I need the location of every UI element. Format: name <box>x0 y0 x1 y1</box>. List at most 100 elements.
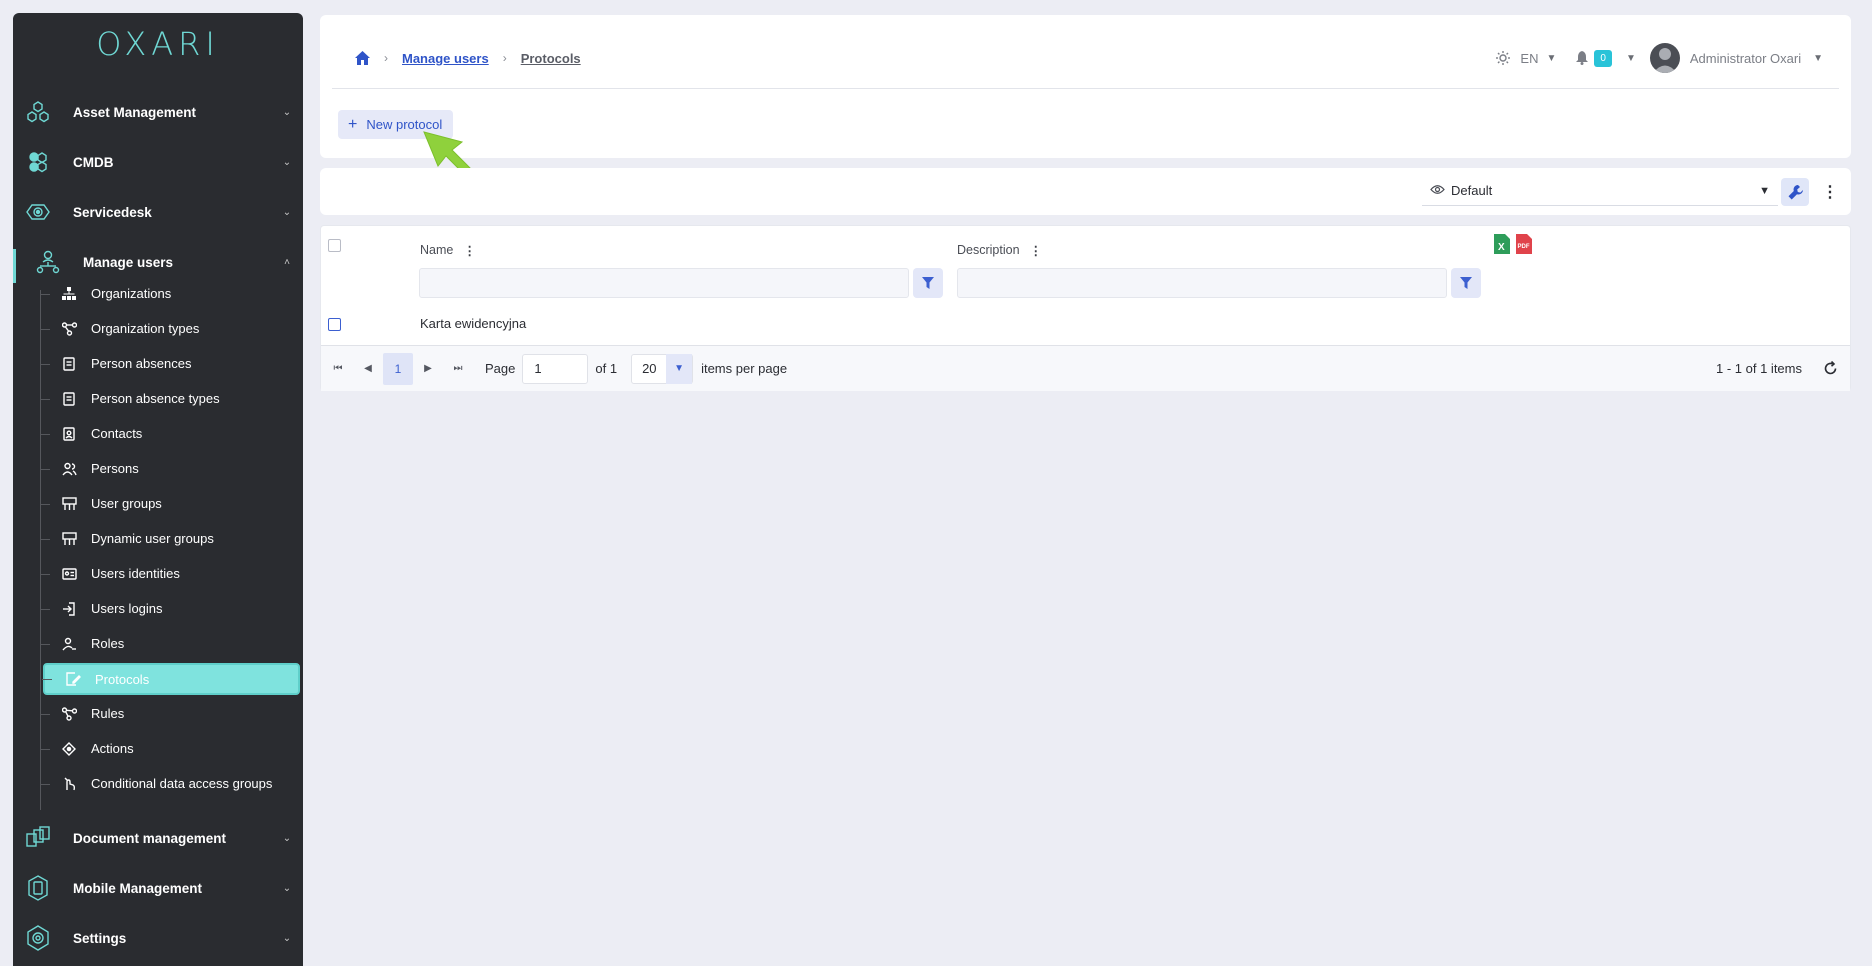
column-menu-icon[interactable]: ⋮ <box>463 243 476 258</box>
chevron-down-icon: ⌄ <box>282 106 292 118</box>
sidebar-item-label: Organization types <box>91 321 200 336</box>
logo[interactable]: OXARI <box>13 13 303 75</box>
sidebar: OXARI Asset Management ⌄ CMDB ⌄ Serviced… <box>13 13 303 966</box>
more-options-button[interactable]: ⋮ <box>1820 178 1840 206</box>
theme-toggle[interactable] <box>1496 51 1511 65</box>
sidebar-item-protocols[interactable]: Protocols <box>42 663 300 695</box>
chevron-right-icon: › <box>502 51 507 65</box>
table-row-name[interactable]: Karta ewidencyjna <box>420 316 526 331</box>
language-select[interactable]: EN ▼ <box>1520 51 1556 66</box>
column-header-description[interactable]: Description ⋮ <box>957 240 1042 260</box>
header-card: › Manage users › Protocols EN ▼ 0 ▼ Admi… <box>320 15 1851 158</box>
notifications[interactable]: 0 ▼ <box>1576 49 1636 67</box>
sidebar-item-actions[interactable]: Actions <box>40 733 301 764</box>
wrench-icon <box>1788 184 1803 199</box>
nav-label: Settings <box>73 930 127 946</box>
chevron-down-icon: ⌄ <box>282 882 292 894</box>
language-label: EN <box>1520 50 1539 66</box>
breadcrumb-protocols[interactable]: Protocols <box>521 51 581 66</box>
nodes-icon <box>61 321 77 337</box>
first-page-button[interactable]: ⏮ <box>323 354 353 384</box>
column-header-label: Name <box>420 243 454 257</box>
sidebar-item-label: Roles <box>91 636 125 651</box>
refresh-icon <box>1824 361 1836 375</box>
pager-info: 1 - 1 of 1 items <box>1716 361 1802 376</box>
sidebar-item-conditional-data-access-groups[interactable]: Conditional data access groups <box>40 768 301 799</box>
column-header-label: Description <box>957 243 1020 257</box>
items-per-page-label: items per page <box>701 361 788 376</box>
caret-down-icon: ▼ <box>1625 52 1636 64</box>
sidebar-item-users-logins[interactable]: Users logins <box>40 593 301 624</box>
sidebar-item-organizations[interactable]: Organizations <box>40 278 301 309</box>
sidebar-item-roles[interactable]: Roles <box>40 628 301 659</box>
home-icon[interactable] <box>354 50 370 66</box>
sidebar-item-user-groups[interactable]: User groups <box>40 488 301 519</box>
page-input[interactable]: 1 <box>522 353 589 384</box>
nav-cmdb[interactable]: CMDB ⌄ <box>13 137 303 187</box>
page-count-label: of 1 <box>595 361 618 376</box>
svg-text:PDF: PDF <box>1518 244 1530 250</box>
next-page-button[interactable]: ▶ <box>413 354 443 384</box>
pdf-icon[interactable]: PDF <box>1516 234 1532 254</box>
login-icon <box>61 601 77 617</box>
group-board-icon <box>61 496 77 512</box>
page-size-select[interactable]: 20 ▼ <box>631 353 694 384</box>
target-icon <box>61 741 77 757</box>
data-grid: Name ⋮ Description ⋮ X PDF Karta ewidenc… <box>320 225 1851 391</box>
filter-icon <box>922 277 934 289</box>
chevron-up-icon: ˄ <box>284 256 290 268</box>
row-checkbox[interactable] <box>328 318 341 331</box>
settings-wrench-button[interactable] <box>1781 178 1809 206</box>
nav-servicedesk[interactable]: Servicedesk ⌄ <box>13 187 303 237</box>
kebab-icon: ⋮ <box>1822 184 1838 201</box>
sidebar-item-contacts[interactable]: Contacts <box>40 418 301 449</box>
nav-mobile-management[interactable]: Mobile Management ⌄ <box>13 863 303 913</box>
sidebar-item-label: Person absences <box>91 356 192 371</box>
description-filter-button[interactable] <box>1451 268 1481 298</box>
nav-document-management[interactable]: Document management ⌄ <box>13 813 303 863</box>
column-menu-icon[interactable]: ⋮ <box>1030 243 1043 258</box>
mobile-icon <box>25 875 51 901</box>
nav-label: Mobile Management <box>73 880 203 896</box>
name-filter-button[interactable] <box>913 268 943 298</box>
notification-badge: 0 <box>1594 49 1612 67</box>
sidebar-item-label: Contacts <box>91 426 143 441</box>
name-filter-input[interactable] <box>419 268 909 298</box>
page-number-button[interactable]: 1 <box>383 352 413 385</box>
pager: ⏮ ◀ 1 ▶ ⏭ Page 1 of 1 20 ▼ items per pag… <box>321 345 1850 391</box>
edit-document-icon <box>65 671 81 687</box>
nav-settings[interactable]: Settings ⌄ <box>13 913 303 963</box>
filter-icon <box>1460 277 1472 289</box>
chevron-down-icon: ⌄ <box>282 156 292 168</box>
eye-icon <box>1430 183 1445 198</box>
sidebar-item-label: Dynamic user groups <box>91 531 214 546</box>
hexagons-icon <box>25 99 51 125</box>
users-tree-icon <box>35 249 61 275</box>
view-select[interactable]: Default ▼ <box>1422 176 1778 206</box>
sidebar-item-dynamic-user-groups[interactable]: Dynamic user groups <box>40 523 301 554</box>
refresh-button[interactable] <box>1820 359 1840 379</box>
nav-label: Document management <box>73 830 227 846</box>
description-filter-input[interactable] <box>957 268 1447 298</box>
column-header-name[interactable]: Name ⋮ <box>420 240 476 260</box>
breadcrumb-manage-users[interactable]: Manage users <box>402 51 489 66</box>
prev-page-button[interactable]: ◀ <box>353 354 383 384</box>
sidebar-item-users-identities[interactable]: Users identities <box>40 558 301 589</box>
sun-icon <box>1496 51 1511 65</box>
sidebar-item-label: Organizations <box>91 286 172 301</box>
sidebar-item-persons[interactable]: Persons <box>40 453 301 484</box>
sidebar-item-person-absence-types[interactable]: Person absence types <box>40 383 301 414</box>
sidebar-item-organization-types[interactable]: Organization types <box>40 313 301 344</box>
user-menu[interactable]: Administrator Oxari ▼ <box>1649 43 1823 73</box>
sidebar-item-rules[interactable]: Rules <box>40 698 301 729</box>
document-list-icon <box>61 391 77 407</box>
caret-down-icon: ▼ <box>1813 52 1823 64</box>
excel-icon[interactable]: X <box>1494 234 1510 254</box>
select-all-checkbox[interactable] <box>328 239 341 252</box>
nav-label: CMDB <box>73 154 114 170</box>
header-right: EN ▼ 0 ▼ Administrator Oxari ▼ <box>1496 43 1823 73</box>
last-page-button[interactable]: ⏭ <box>443 354 473 384</box>
nav-asset-management[interactable]: Asset Management ⌄ <box>13 87 303 137</box>
user-role-icon <box>61 636 77 652</box>
sidebar-item-person-absences[interactable]: Person absences <box>40 348 301 379</box>
